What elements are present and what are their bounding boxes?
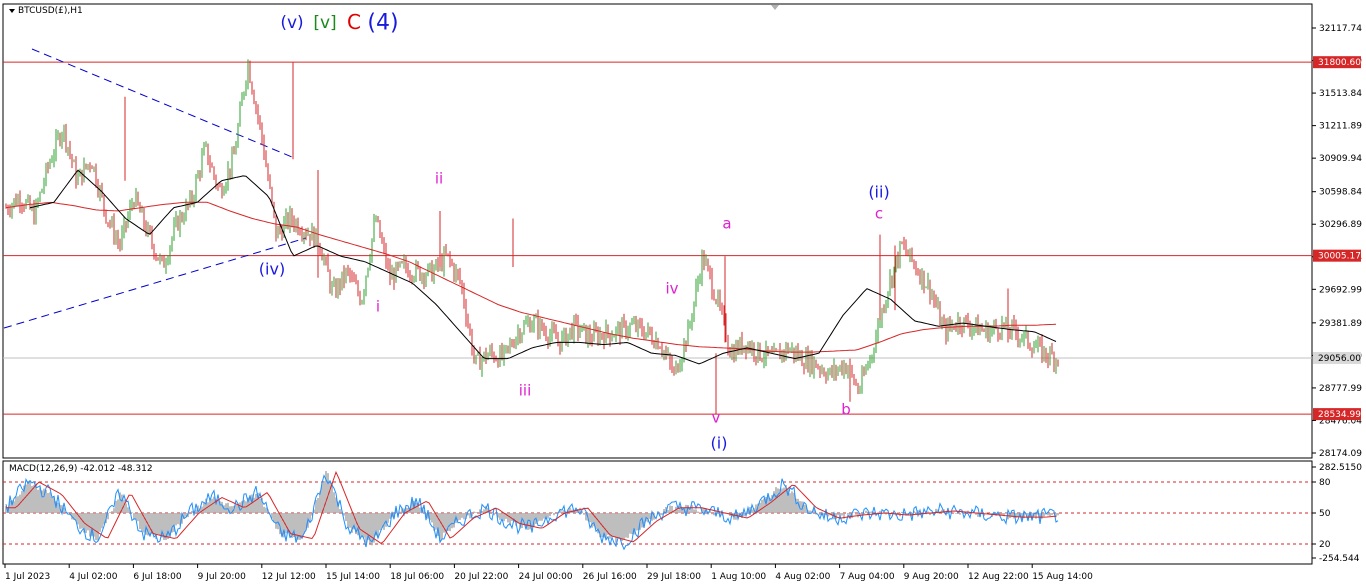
time-tick-label: 9 Aug 20:00 <box>904 572 959 582</box>
macd-axis: 282.5150 80 50 20 -254.544 <box>1312 463 1362 564</box>
symbol-label: BTCUSD(£),H1 <box>18 6 83 16</box>
macd-tick-label: 80 <box>1319 478 1331 488</box>
time-tick-label: 24 Jul 00:00 <box>519 572 573 582</box>
time-tick-label: 4 Jul 02:00 <box>69 572 118 582</box>
time-tick-label: 6 Jul 18:00 <box>133 572 182 582</box>
wave-label: [v] <box>313 13 336 33</box>
price-tick-label: 29692.99 <box>1319 285 1362 295</box>
dropdown-triangle-icon[interactable] <box>9 8 15 13</box>
wave-label: (iv) <box>259 260 285 279</box>
price-tick-label: 30909.94 <box>1319 154 1362 164</box>
time-tick-label: 4 Aug 02:00 <box>775 572 830 582</box>
price-pane[interactable] <box>2 3 1313 459</box>
price-level-label: 28534.99 <box>1318 410 1361 420</box>
price-tick-label: 31513.84 <box>1319 89 1362 99</box>
macd-tick-label: 50 <box>1319 509 1331 519</box>
wave-label: C <box>347 10 361 34</box>
time-tick-label: 20 Jul 22:00 <box>454 572 508 582</box>
time-tick-label: 18 Jul 06:00 <box>390 572 444 582</box>
time-tick-label: 12 Aug 22:00 <box>968 572 1029 582</box>
price-tick-label: 30598.84 <box>1319 188 1362 198</box>
macd-header: MACD(12,26,9) -42.012 -48.312 <box>9 464 153 474</box>
price-tick-label: 32117.74 <box>1319 24 1362 34</box>
wave-label: ii <box>435 169 443 187</box>
wave-label: c <box>875 204 883 222</box>
wave-label: iii <box>519 381 532 399</box>
time-tick-label: 15 Aug 14:00 <box>1032 572 1093 582</box>
trading-chart[interactable]: (v) [v] C (4)(iv)iiiiiiivav(i)b(ii)c 32117.… <box>0 0 1366 588</box>
macd-tick-label: 20 <box>1319 540 1331 550</box>
time-tick-label: 15 Jul 14:00 <box>326 572 380 582</box>
wave-label: (ii) <box>868 183 889 202</box>
time-tick-label: 1 Jul 2023 <box>5 572 50 582</box>
time-axis: 1 Jul 2023 4 Jul 02:00 6 Jul 18:00 9 Jul 20… <box>4 564 1093 582</box>
wave-label: v <box>712 408 721 426</box>
symbol-header[interactable]: BTCUSD(£),H1 <box>9 6 83 16</box>
wave-label: i <box>376 297 380 315</box>
macd-tick-label: 282.5150 <box>1319 463 1362 473</box>
time-tick-label: 9 Jul 20:00 <box>198 572 247 582</box>
price-axis: 32117.7431815.7931513.8431211.8930909.94… <box>1312 24 1362 459</box>
time-tick-label: 7 Aug 04:00 <box>840 572 895 582</box>
wave-label: (v) <box>280 13 303 33</box>
price-level-label: 29056.00 <box>1318 354 1361 364</box>
price-tick-label: 31211.89 <box>1319 122 1362 132</box>
price-tick-label: 28777.99 <box>1319 384 1362 394</box>
time-tick-label: 1 Aug 10:00 <box>711 572 766 582</box>
macd-label: MACD(12,26,9) -42.012 -48.312 <box>9 464 153 474</box>
price-tick-label: 30296.89 <box>1319 220 1362 230</box>
time-tick-label: 26 Jul 16:00 <box>583 572 637 582</box>
price-level-label: 30005.17 <box>1318 252 1361 262</box>
wave-label: (i) <box>711 434 728 453</box>
wave-label: a <box>722 214 731 232</box>
macd-tick-label: -254.544 <box>1319 554 1360 564</box>
time-tick-label: 29 Jul 18:00 <box>647 572 701 582</box>
wave-label: iv <box>665 279 678 297</box>
price-tick-label: 29381.89 <box>1319 319 1362 329</box>
price-level-label: 31800.60 <box>1318 58 1361 68</box>
price-tick-label: 28174.09 <box>1319 449 1362 459</box>
time-tick-label: 12 Jul 12:00 <box>262 572 316 582</box>
wave-label: (4) <box>367 11 398 36</box>
wave-label: b <box>841 400 851 418</box>
